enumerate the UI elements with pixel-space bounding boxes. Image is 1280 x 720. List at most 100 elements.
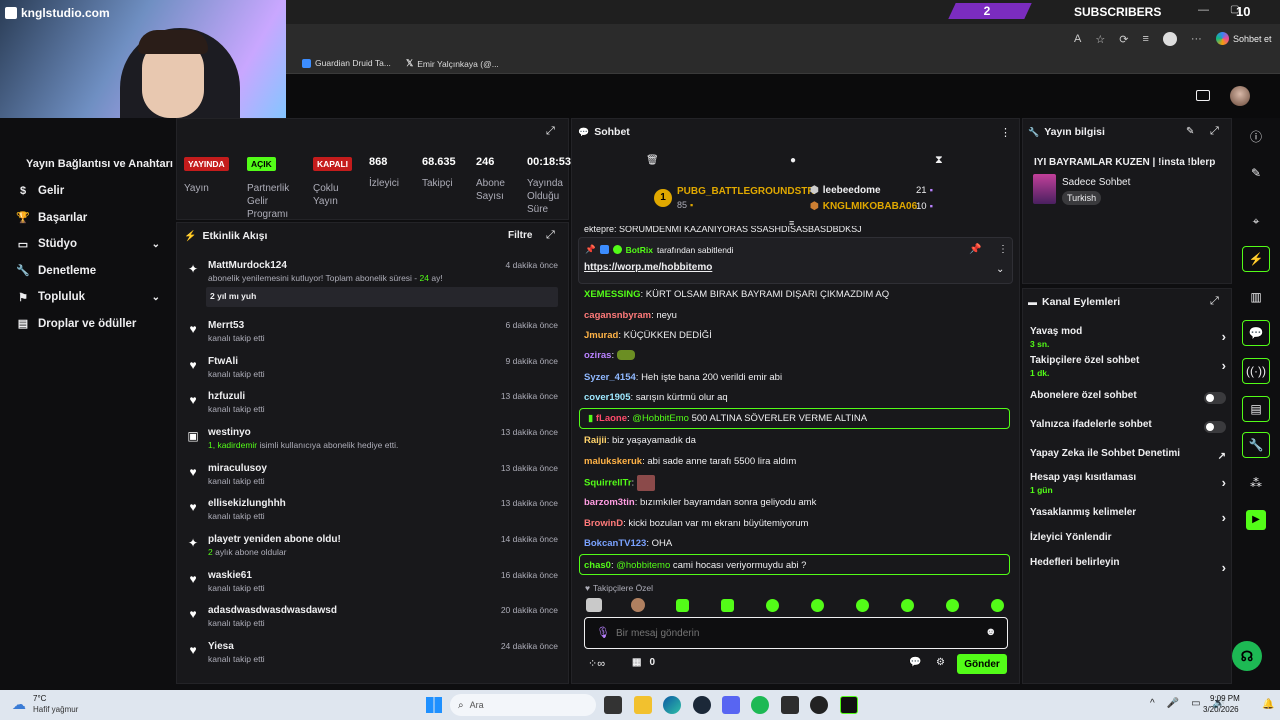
chat-bubble-icon[interactable]: 💬 <box>1242 320 1270 346</box>
toggle-switch[interactable] <box>1204 392 1226 404</box>
chat-points-icon[interactable]: ⁘∞ <box>588 657 605 670</box>
trash-icon[interactable]: 🗑 <box>646 155 659 166</box>
tray-chevron-up-icon[interactable]: ^ <box>1150 698 1155 709</box>
toggle-switch[interactable] <box>1204 421 1226 433</box>
profile-icon[interactable] <box>1162 32 1177 46</box>
help-support-button[interactable]: ☊ <box>1232 641 1262 671</box>
crosshair-icon[interactable]: ⌖ <box>1242 208 1270 234</box>
favorite-star-icon[interactable]: ☆ <box>1095 33 1105 46</box>
nav-item-topluluk[interactable]: ⚑ Topluluk ⌄ <box>0 284 176 311</box>
window-minimize-icon[interactable]: — <box>1198 4 1209 16</box>
network-icon[interactable]: ▭ <box>1191 698 1200 709</box>
emote-icon[interactable] <box>811 599 824 612</box>
info-icon[interactable]: ⓘ <box>1242 123 1270 149</box>
kebab-menu-icon[interactable]: ⋮ <box>1000 126 1011 139</box>
microphone-icon[interactable]: 🎤 <box>1167 698 1179 709</box>
obs-icon[interactable] <box>810 696 828 714</box>
language-tag[interactable]: Turkish <box>1062 191 1102 205</box>
wrench-icon[interactable]: 🔧 <box>1242 432 1270 458</box>
expand-icon[interactable]: ⤢ <box>546 229 555 242</box>
broadcast-icon[interactable]: ((·)) <box>1242 358 1270 384</box>
unpin-icon[interactable]: 📌 <box>969 244 981 255</box>
expand-icon[interactable]: ⤢ <box>546 125 555 138</box>
windows-start-icon[interactable] <box>426 697 442 713</box>
action-raid[interactable]: İzleyici Yönlendir <box>1030 532 1226 543</box>
chat-mode-icon[interactable]: ● <box>790 155 796 166</box>
emote-icon[interactable] <box>901 599 914 612</box>
discord-icon[interactable] <box>722 696 740 714</box>
action-slow-mode[interactable]: Yavaş mod 3 sn. › <box>1030 326 1226 349</box>
nav-item-droplar[interactable]: ▤ Droplar ve ödüller <box>0 311 176 338</box>
filter-button[interactable]: Filtre <box>508 230 532 241</box>
emote-icon[interactable] <box>766 599 779 612</box>
action-subs-only[interactable]: Abonelere özel sohbet <box>1030 390 1226 404</box>
edit-pencil-icon[interactable]: ✎ <box>1242 160 1270 186</box>
favorites-icon[interactable]: ≡ <box>1142 33 1148 45</box>
read-aloud-icon[interactable]: A <box>1074 33 1081 45</box>
action-emotes-only[interactable]: Yalnızca ifadelerle sohbet <box>1030 419 1226 433</box>
nav-item-denetleme[interactable]: 🔧 Denetleme <box>0 258 176 285</box>
chevron-down-icon[interactable]: ⌄ <box>996 264 1004 275</box>
emote-icon[interactable] <box>856 599 869 612</box>
more-menu-icon[interactable]: ··· <box>1191 33 1202 45</box>
user-avatar[interactable] <box>1230 86 1250 106</box>
mic-icon[interactable]: 🎙 <box>596 626 610 639</box>
leaderboard-top-name[interactable]: PUBG_BATTLEGROUNDSTR <box>677 186 815 197</box>
leaderboard-third[interactable]: ⬢ KNGLMIKOBABA06 <box>810 201 917 212</box>
copilot-button[interactable]: Sohbet et <box>1216 32 1272 45</box>
weather-icon[interactable]: ☁ <box>12 696 26 713</box>
gear-icon[interactable]: ⚙ <box>936 657 945 668</box>
action-account-age[interactable]: Hesap yaşı kısıtlaması 1 gün › <box>1030 472 1226 495</box>
nav-item-basarilar[interactable]: 🏆 Başarılar <box>0 205 176 232</box>
nav-partial-title[interactable]: Yayın Bağlantısı ve Anahtarı <box>26 158 173 170</box>
category-name[interactable]: Sadece Sohbet <box>1062 177 1130 188</box>
emote-icon[interactable] <box>586 598 602 612</box>
action-goals[interactable]: Hedefleri belirleyin › <box>1030 557 1226 575</box>
action-ai-moderation[interactable]: Yapay Zeka ile Sohbet Denetimi ↗ <box>1030 448 1226 462</box>
emote-icon[interactable] <box>991 599 1004 612</box>
taskbar-date[interactable]: 3/20/2026 <box>1203 705 1239 714</box>
emote-icon[interactable] <box>721 599 734 612</box>
nav-item-studyo[interactable]: ▭ Stüdyo ⌄ <box>0 231 176 258</box>
expand-icon[interactable]: ⤢ <box>1210 125 1219 138</box>
kick-studio-icon[interactable] <box>1196 90 1210 101</box>
task-view-icon[interactable] <box>604 696 622 714</box>
external-link-icon: ↗ <box>1217 451 1226 462</box>
lightning-icon[interactable]: ⚡ <box>1242 246 1270 272</box>
taskbar-search[interactable]: ⌕ Ara <box>450 694 596 716</box>
spotify-icon[interactable] <box>751 696 769 714</box>
nodes-icon[interactable]: ⁂ <box>1242 470 1270 496</box>
emote-icon[interactable] <box>631 598 645 612</box>
chat-input[interactable] <box>616 624 956 642</box>
send-button[interactable]: Gönder <box>957 654 1007 674</box>
expand-icon[interactable]: ⤢ <box>1210 295 1219 308</box>
edit-pencil-icon[interactable]: ✎ <box>1186 126 1194 137</box>
terminal-icon[interactable] <box>781 696 799 714</box>
layout-icon[interactable]: ▤ <box>1242 396 1270 422</box>
extensions-icon[interactable]: ⟳ <box>1119 33 1128 46</box>
hourglass-icon[interactable]: ⧗ <box>935 154 943 167</box>
pinned-link[interactable]: https://worp.me/hobbitemo <box>584 262 712 273</box>
pinned-menu-icon[interactable]: ⋮ <box>998 244 1008 255</box>
media-icon[interactable]: ▶ <box>1242 507 1270 533</box>
steam-icon[interactable] <box>693 696 711 714</box>
action-banned-words[interactable]: Yasaklanmış kelimeler › <box>1030 507 1226 525</box>
taskbar-time[interactable]: 9:09 PM <box>1210 694 1240 703</box>
leaderboard-top-value: 85 ▪ <box>677 200 694 210</box>
chat-bubble-icon[interactable]: 💬 <box>909 657 921 668</box>
edge-browser-icon[interactable] <box>663 696 681 714</box>
kick-app-icon[interactable] <box>840 696 858 714</box>
clipboard-icon[interactable]: ▥ <box>1242 284 1270 310</box>
emote-icon[interactable] <box>946 599 959 612</box>
file-explorer-icon[interactable] <box>634 696 652 714</box>
notification-bell-icon[interactable]: 🔔 <box>1262 699 1274 710</box>
emoji-icon[interactable]: ☻ <box>985 626 997 638</box>
emote-icon[interactable] <box>676 599 689 612</box>
stat-label-yayin: Yayın <box>184 183 209 194</box>
action-followers-only[interactable]: Takipçilere özel sohbet 1 dk. › <box>1030 355 1226 378</box>
bookmark-item[interactable]: 𝕏 Emir Yalçınkaya (@... <box>406 58 499 69</box>
chest-points[interactable]: ▦ 0 <box>632 657 655 668</box>
leaderboard-second[interactable]: ⬢ leebeedome <box>810 185 881 196</box>
nav-item-gelir[interactable]: $ Gelir <box>0 178 176 205</box>
bookmark-item[interactable]: Guardian Druid Ta... <box>302 58 391 68</box>
